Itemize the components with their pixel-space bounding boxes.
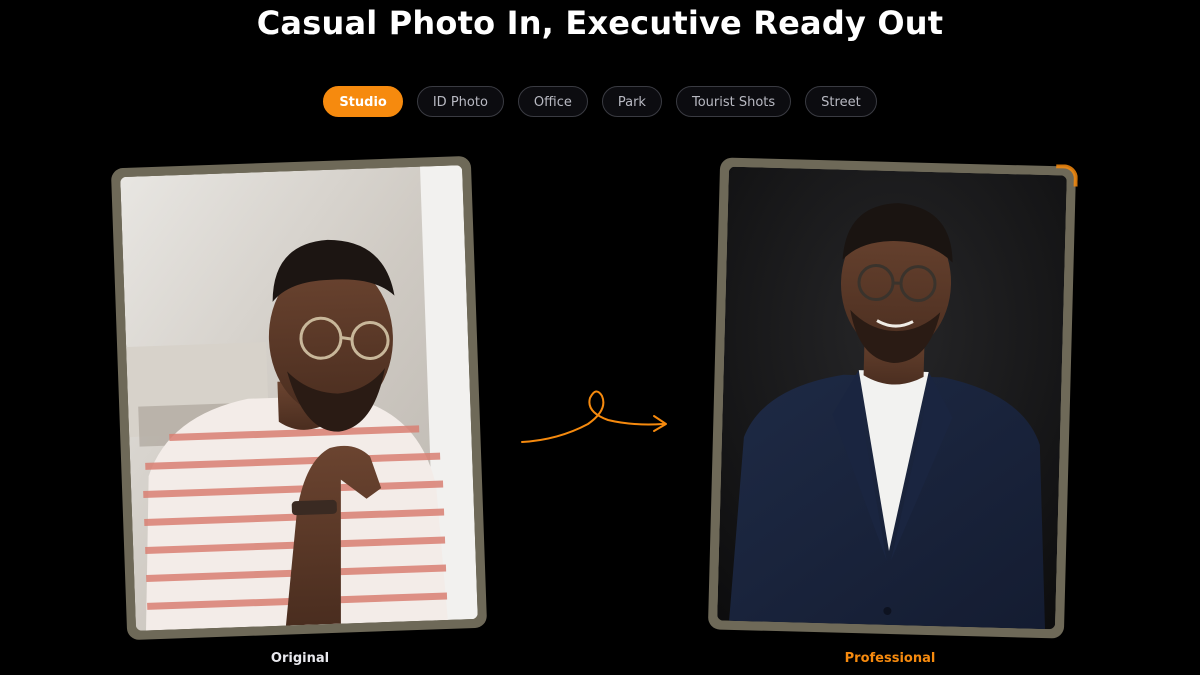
style-tabs: Studio ID Photo Office Park Tourist Shot… xyxy=(0,86,1200,117)
original-caption: Original xyxy=(270,651,330,666)
tab-id-photo[interactable]: ID Photo xyxy=(416,86,504,117)
tab-park[interactable]: Park xyxy=(601,86,662,117)
tab-tourist-shots[interactable]: Tourist Shots xyxy=(675,86,792,117)
curly-arrow-right-icon xyxy=(521,390,667,443)
original-photo xyxy=(120,165,478,631)
page: Casual Photo In, Executive Ready Out Stu… xyxy=(0,0,1200,675)
professional-caption: Professional xyxy=(844,651,936,666)
professional-photo-frame xyxy=(707,157,1079,639)
tab-street[interactable]: Street xyxy=(805,86,877,117)
tab-studio[interactable]: Studio xyxy=(323,86,403,117)
tab-office[interactable]: Office xyxy=(517,86,588,117)
professional-photo xyxy=(717,166,1067,630)
page-title: Casual Photo In, Executive Ready Out xyxy=(256,4,944,42)
original-photo-frame xyxy=(110,155,488,641)
